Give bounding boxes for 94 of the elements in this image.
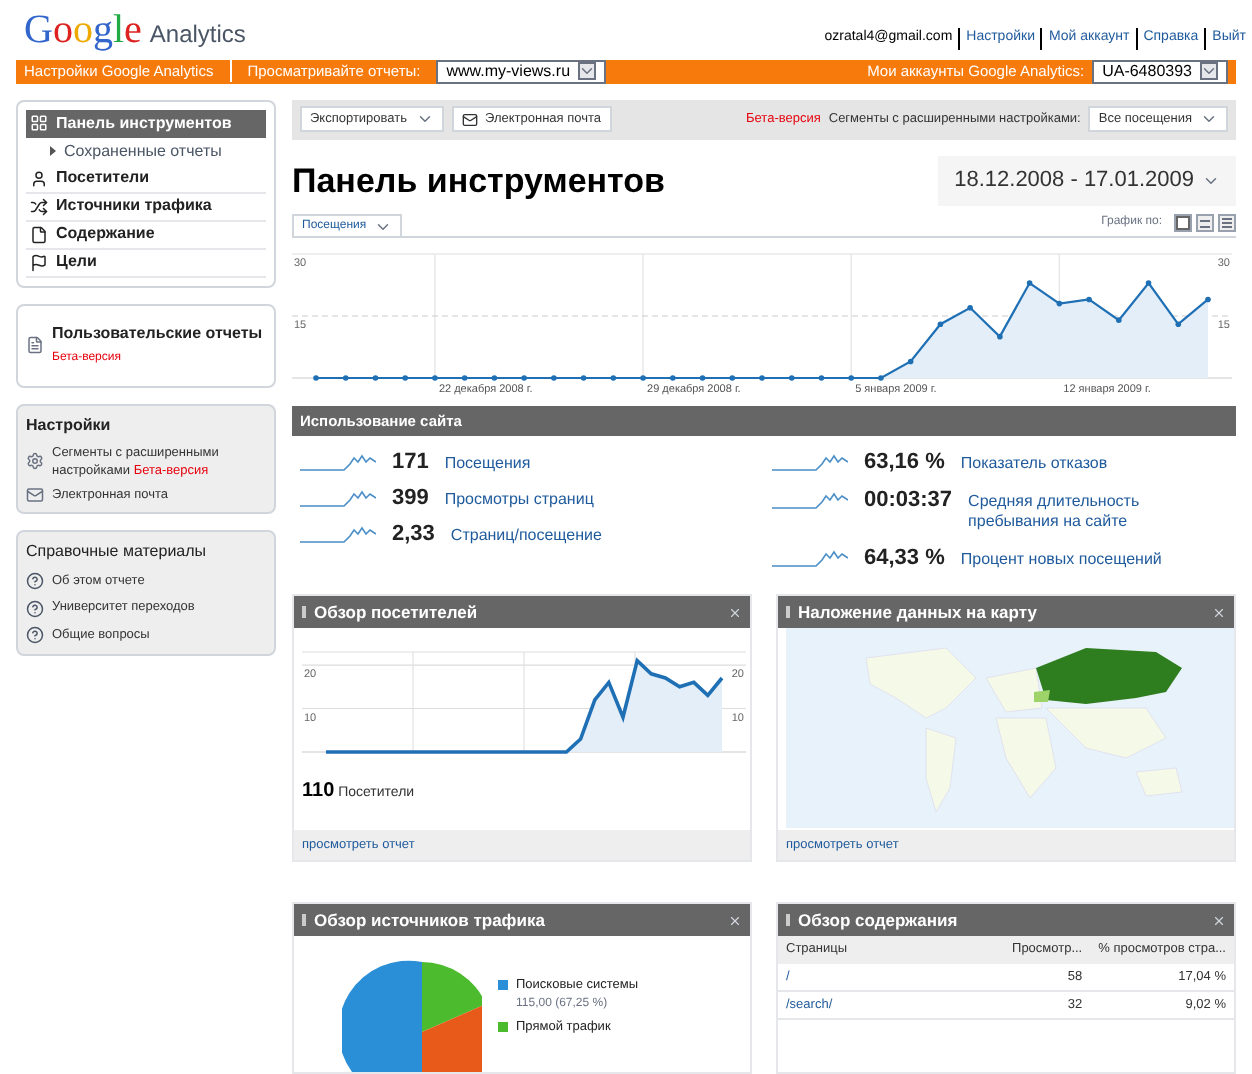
data-point xyxy=(1145,280,1152,286)
settings-icon xyxy=(26,452,44,470)
section-title: Справочные материалы xyxy=(26,539,209,563)
nav-item[interactable]: Цели xyxy=(26,249,266,277)
data-point xyxy=(878,375,884,381)
data-point xyxy=(1086,296,1092,303)
profile-select[interactable]: www.my-views.ru xyxy=(436,59,607,83)
bullet-arrow-icon xyxy=(50,146,56,156)
sparkline-icon xyxy=(772,548,848,568)
widget-title: Обзор посетителей xyxy=(314,599,478,625)
goals-icon xyxy=(30,253,48,271)
data-point xyxy=(759,375,765,381)
sparkline-icon xyxy=(772,490,848,510)
widget-title: Обзор содержания xyxy=(798,907,958,933)
account-select[interactable]: UA-6480393 xyxy=(1092,59,1228,83)
widget-title: Обзор источников трафика xyxy=(314,907,545,933)
help-icon xyxy=(26,571,44,590)
data-point xyxy=(699,375,706,381)
report-icon xyxy=(26,336,44,354)
nav-item[interactable]: Источники трафика xyxy=(26,193,266,221)
view-button[interactable] xyxy=(1174,214,1192,232)
close-icon[interactable] xyxy=(1212,913,1226,927)
widget-title: Наложение данных на карту xyxy=(798,599,1037,625)
nav-item[interactable]: Посетители xyxy=(26,165,266,193)
data-point xyxy=(729,375,736,381)
data-point xyxy=(342,375,349,381)
metric-link[interactable]: Посещения xyxy=(444,452,665,474)
content-icon xyxy=(30,225,48,243)
data-point xyxy=(521,375,527,381)
close-icon[interactable] xyxy=(728,605,742,619)
metric-value: 399 xyxy=(392,488,429,510)
caret-icon xyxy=(415,110,433,128)
logo[interactable]: Google Analytics xyxy=(24,9,246,51)
caret-icon xyxy=(578,62,597,80)
close-icon[interactable] xyxy=(728,913,742,927)
data-point xyxy=(670,375,676,381)
data-point xyxy=(372,375,379,381)
metric-link[interactable]: Страниц/посещение xyxy=(450,524,671,546)
dashboard-icon xyxy=(30,114,48,132)
metric-link[interactable]: Просмотры страниц xyxy=(444,488,665,510)
data-point xyxy=(432,375,438,381)
drag-handle-icon[interactable] xyxy=(786,606,790,618)
view-button[interactable] xyxy=(1196,214,1214,232)
data-point xyxy=(313,375,319,381)
caret-icon xyxy=(1200,110,1218,128)
data-point xyxy=(1205,296,1211,303)
help-icon xyxy=(26,626,44,645)
data-point xyxy=(610,375,617,381)
metric-link[interactable]: Показатель отказов xyxy=(960,452,1181,474)
data-point xyxy=(640,375,646,381)
metric-value: 171 xyxy=(392,452,429,474)
data-point xyxy=(580,375,587,381)
metric-value: 2,33 xyxy=(392,524,435,546)
data-point xyxy=(848,375,854,381)
mail-icon xyxy=(26,485,44,503)
traffic-icon xyxy=(30,197,48,215)
drag-handle-icon[interactable] xyxy=(302,914,306,926)
metric-value: 63,16 % xyxy=(864,452,945,474)
section-title: Настройки xyxy=(26,413,113,437)
close-icon[interactable] xyxy=(1212,605,1226,619)
nav-item[interactable]: Панель инструментов xyxy=(26,109,266,137)
help-icon xyxy=(26,599,44,618)
sparkline-icon xyxy=(300,488,376,508)
data-point xyxy=(788,375,795,381)
data-point xyxy=(1175,321,1182,328)
sparkline-icon xyxy=(772,452,848,472)
caret-icon xyxy=(1200,62,1218,80)
data-point xyxy=(997,333,1003,340)
data-point xyxy=(1056,300,1063,307)
data-point xyxy=(402,375,408,381)
data-point xyxy=(818,375,825,381)
view-button[interactable] xyxy=(1218,214,1236,232)
nav-item[interactable]: Содержание xyxy=(26,221,266,249)
data-point xyxy=(967,304,973,311)
visitors-icon xyxy=(30,169,48,187)
data-point xyxy=(491,375,498,381)
drag-handle-icon[interactable] xyxy=(302,606,306,618)
page-title: Панель инструментов xyxy=(292,159,665,203)
metric-value: 00:03:37 xyxy=(864,490,953,512)
date-range-picker[interactable]: 18.12.2008 - 17.01.2009 xyxy=(938,156,1236,205)
data-point xyxy=(907,358,914,365)
data-point xyxy=(461,375,468,381)
metric-value: 64,33 % xyxy=(864,548,945,570)
mail-icon xyxy=(461,111,477,127)
data-point xyxy=(937,321,944,328)
metric-link[interactable]: Процент новых посещений xyxy=(960,548,1181,570)
drag-handle-icon[interactable] xyxy=(786,914,790,926)
sparkline-icon xyxy=(300,452,376,472)
nav-item[interactable]: Сохраненные отчеты xyxy=(26,137,266,165)
data-point xyxy=(1026,280,1033,286)
sparkline-icon xyxy=(300,524,376,544)
metric-link[interactable]: Средняя длительность пребывания на сайте xyxy=(968,490,1189,532)
data-point xyxy=(551,375,557,381)
data-point xyxy=(1116,317,1122,323)
